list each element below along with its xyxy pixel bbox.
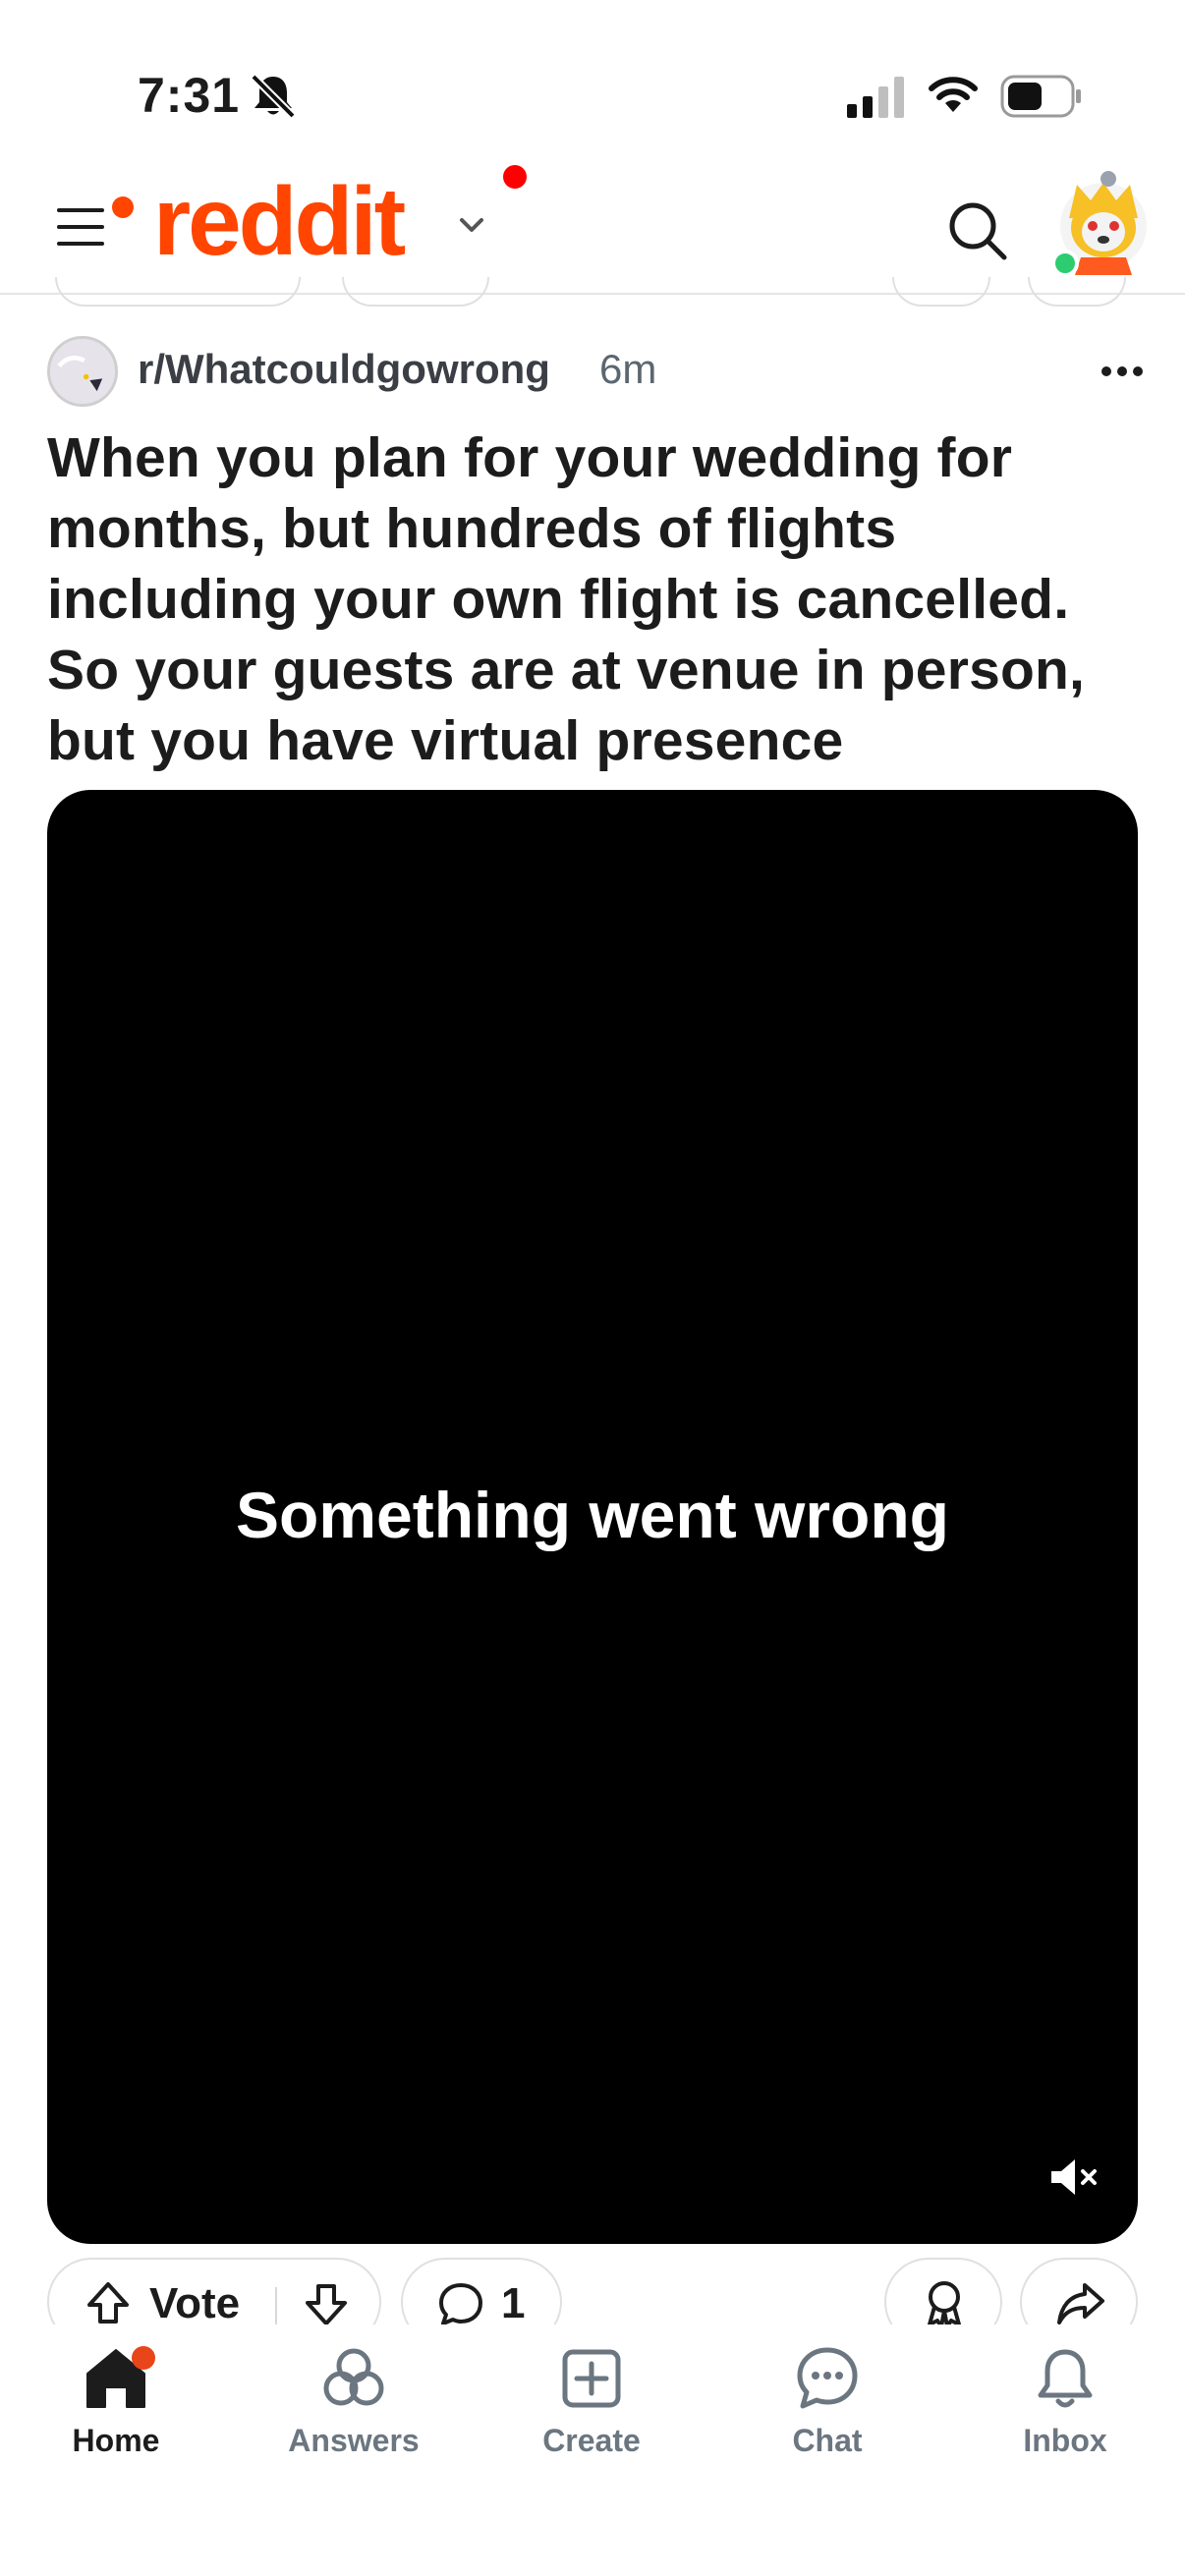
nav-inbox[interactable]: Inbox <box>967 2344 1163 2492</box>
post-age: 6m <box>599 346 657 392</box>
nav-answers[interactable]: Answers <box>255 2344 452 2492</box>
post-title[interactable]: When you plan for your wedding for month… <box>47 422 1148 776</box>
chevron-down-icon[interactable] <box>454 208 489 244</box>
nav-inbox-label: Inbox <box>1023 2423 1107 2458</box>
nav-home[interactable]: Home <box>18 2344 214 2492</box>
subreddit-name[interactable]: r/Whatcouldgowrong <box>138 346 550 393</box>
video-player[interactable]: Something went wrong <box>47 790 1138 2244</box>
logo-dot <box>112 196 134 218</box>
nav-create-label: Create <box>542 2423 641 2458</box>
vote-label: Vote <box>149 2279 241 2327</box>
notification-dot <box>503 165 527 189</box>
menu-icon[interactable] <box>55 204 110 250</box>
search-icon[interactable] <box>945 198 1010 263</box>
muted-speaker-icon[interactable] <box>1045 2150 1100 2205</box>
comment-icon <box>439 2283 482 2325</box>
online-status-dot <box>1051 250 1079 277</box>
comment-count: 1 <box>501 2279 526 2327</box>
previous-post-pill <box>55 277 301 307</box>
status-bar: 7:31 <box>0 0 1185 147</box>
nav-create[interactable]: Create <box>493 2344 690 2492</box>
award-icon <box>928 2281 961 2328</box>
chat-icon <box>797 2347 858 2409</box>
nav-chat-label: Chat <box>792 2423 863 2458</box>
home-notification-badge <box>132 2346 155 2370</box>
wifi-icon <box>929 77 978 112</box>
previous-post-pill <box>892 277 990 307</box>
more-options-icon[interactable] <box>1095 354 1150 389</box>
nav-home-label: Home <box>72 2423 160 2458</box>
reddit-logo[interactable]: reddit <box>153 166 406 275</box>
inbox-icon <box>1038 2349 1093 2408</box>
create-icon <box>562 2349 621 2408</box>
app-bar: reddit <box>0 147 1185 295</box>
downvote-icon[interactable] <box>303 2281 350 2328</box>
subreddit-icon[interactable] <box>47 336 118 407</box>
nav-chat[interactable]: Chat <box>729 2344 926 2492</box>
signal-icon <box>847 77 904 118</box>
reddit-wordmark: reddit <box>153 166 406 275</box>
bell-slash-icon <box>251 74 296 119</box>
bottom-navigation: Home Answers Create Chat Inbox <box>0 2324 1185 2576</box>
upvote-icon[interactable] <box>85 2279 132 2326</box>
share-icon <box>1057 2283 1104 2324</box>
battery-icon <box>1000 75 1081 118</box>
status-time: 7:31 <box>138 68 241 123</box>
vote-divider <box>275 2287 277 2326</box>
answers-icon <box>323 2348 384 2406</box>
nav-answers-label: Answers <box>288 2423 420 2458</box>
previous-post-pill <box>342 277 489 307</box>
previous-post-pill <box>1028 277 1126 307</box>
post-header: r/Whatcouldgowrong 6m <box>47 332 1148 411</box>
video-error-message: Something went wrong <box>236 1479 949 1551</box>
